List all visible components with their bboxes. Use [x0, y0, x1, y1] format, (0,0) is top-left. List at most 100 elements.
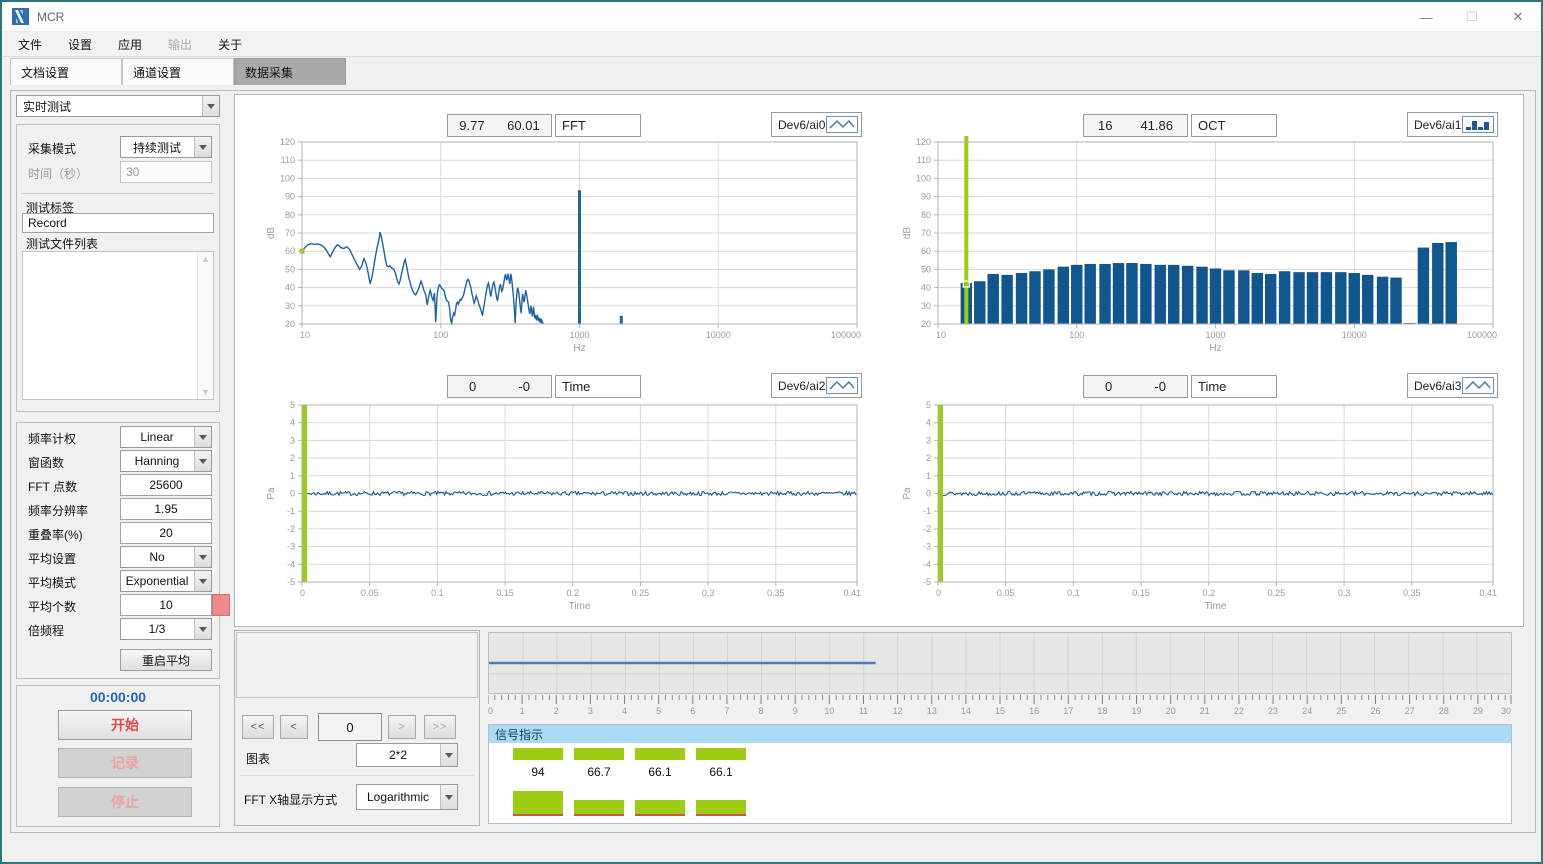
- svg-text:-5: -5: [287, 577, 295, 587]
- svg-text:23: 23: [1268, 706, 1278, 716]
- svg-text:Pa: Pa: [266, 487, 277, 500]
- svg-text:-4: -4: [287, 559, 295, 569]
- svg-text:Pa: Pa: [902, 487, 913, 500]
- menu-about[interactable]: 关于: [215, 34, 245, 55]
- chart-layout-label: 图表: [246, 750, 270, 767]
- oct-channel-box[interactable]: Dev6/ai1: [1407, 112, 1498, 137]
- param-combo[interactable]: 1/3: [120, 618, 212, 640]
- param-input[interactable]: 10: [120, 594, 212, 616]
- svg-text:0.15: 0.15: [1132, 588, 1150, 598]
- scroll-down-icon[interactable]: ▼: [201, 387, 210, 397]
- svg-text:50: 50: [921, 264, 931, 274]
- fft-channel-box[interactable]: Dev6/ai0: [771, 112, 862, 137]
- time-ai2-name-input[interactable]: Time: [555, 375, 641, 398]
- svg-text:0.35: 0.35: [767, 588, 785, 598]
- record-timeline[interactable]: [488, 632, 1512, 694]
- svg-text:0.2: 0.2: [566, 588, 579, 598]
- signal-level-bar: [635, 748, 685, 760]
- signal-indicator-panel: 信号指示 94 66.7 66.1 66.1: [488, 724, 1512, 824]
- svg-text:-2: -2: [287, 524, 295, 534]
- svg-text:60: 60: [921, 246, 931, 256]
- svg-text:9: 9: [793, 706, 798, 716]
- svg-text:100000: 100000: [831, 330, 861, 340]
- svg-text:5: 5: [656, 706, 661, 716]
- menu-file[interactable]: 文件: [15, 34, 45, 55]
- channel-label: Dev6/ai3: [1414, 379, 1461, 393]
- param-value: 10: [159, 598, 172, 612]
- svg-text:90: 90: [285, 192, 295, 202]
- menu-settings[interactable]: 设置: [65, 34, 95, 55]
- tab-data-acquisition[interactable]: 数据采集: [234, 58, 346, 85]
- tab-channel-settings[interactable]: 通道设置: [122, 58, 234, 85]
- svg-text:-1: -1: [923, 506, 931, 516]
- chevron-down-icon[interactable]: [440, 744, 457, 766]
- signal-indicator-header: 信号指示: [489, 725, 1511, 743]
- test-mode-select[interactable]: 实时测试: [16, 95, 220, 117]
- fft-xaxis-combo[interactable]: Logarithmic: [356, 784, 458, 810]
- maximize-button[interactable]: ☐: [1449, 2, 1495, 32]
- svg-text:50: 50: [285, 264, 295, 274]
- svg-text:0.05: 0.05: [997, 588, 1015, 598]
- chevron-down-icon[interactable]: [194, 427, 211, 447]
- time-ai3-channel-box[interactable]: Dev6/ai3: [1407, 373, 1498, 398]
- nav-index-value[interactable]: 0: [318, 713, 382, 741]
- svg-text:10: 10: [824, 706, 834, 716]
- close-button[interactable]: ✕: [1495, 2, 1541, 32]
- param-input[interactable]: 1.95: [120, 498, 212, 520]
- svg-text:0.1: 0.1: [431, 588, 444, 598]
- scrollbar[interactable]: ▲ ▼: [197, 252, 213, 399]
- start-button[interactable]: 开始: [58, 710, 192, 740]
- timeline-plot: [489, 633, 1511, 693]
- test-file-list[interactable]: ▲ ▼: [22, 251, 214, 400]
- chevron-down-icon[interactable]: [194, 137, 211, 157]
- svg-text:1: 1: [926, 471, 931, 481]
- svg-text:110: 110: [281, 155, 295, 165]
- svg-text:3: 3: [588, 706, 593, 716]
- elapsed-timer: 00:00:00: [16, 689, 220, 705]
- fft-name-input[interactable]: FFT: [555, 114, 641, 137]
- param-combo[interactable]: Hanning: [120, 450, 212, 472]
- chevron-down-icon[interactable]: [202, 96, 219, 116]
- svg-text:70: 70: [285, 228, 295, 238]
- param-combo[interactable]: Exponential: [120, 570, 212, 592]
- chevron-down-icon[interactable]: [194, 451, 211, 471]
- restart-average-button[interactable]: 重启平均: [120, 649, 212, 671]
- param-value: 25600: [149, 478, 182, 492]
- record-button: 记录: [58, 748, 192, 778]
- time-ai3-name-input[interactable]: Time: [1191, 375, 1277, 398]
- chevron-down-icon[interactable]: [194, 571, 211, 591]
- test-label-input[interactable]: Record: [22, 213, 214, 233]
- minimize-button[interactable]: —: [1403, 2, 1449, 32]
- param-input[interactable]: 25600: [120, 474, 212, 496]
- param-input[interactable]: 20: [120, 522, 212, 544]
- timeline-ruler[interactable]: 0123456789101112131415161718192021222324…: [488, 694, 1512, 716]
- nav-last-button[interactable]: >>: [424, 715, 456, 739]
- nav-next-button[interactable]: >: [388, 715, 416, 739]
- cursor-y-value: -0: [518, 379, 530, 394]
- time-ai2-channel-box[interactable]: Dev6/ai2: [771, 373, 862, 398]
- acq-mode-label: 采集模式: [28, 140, 76, 157]
- chevron-down-icon[interactable]: [194, 547, 211, 567]
- svg-text:20: 20: [285, 319, 295, 329]
- scroll-up-icon[interactable]: ▲: [201, 254, 210, 264]
- time-sec-label: 时间（秒）: [28, 165, 88, 182]
- menu-application[interactable]: 应用: [115, 34, 145, 55]
- divider: [240, 775, 474, 776]
- svg-text:100: 100: [1069, 330, 1084, 340]
- chevron-down-icon[interactable]: [194, 619, 211, 639]
- nav-first-button[interactable]: <<: [242, 715, 274, 739]
- param-combo[interactable]: Linear: [120, 426, 212, 448]
- chart-layout-combo[interactable]: 2*2: [356, 743, 458, 767]
- oct-name-input[interactable]: OCT: [1191, 114, 1277, 137]
- param-combo[interactable]: No: [120, 546, 212, 568]
- nav-prev-button[interactable]: <: [280, 715, 308, 739]
- chevron-down-icon[interactable]: [440, 785, 457, 809]
- svg-text:8: 8: [759, 706, 764, 716]
- acq-mode-combo[interactable]: 持续测试: [120, 136, 212, 158]
- svg-text:-2: -2: [923, 524, 931, 534]
- window-title: MCR: [37, 10, 64, 24]
- svg-text:Time: Time: [569, 601, 591, 612]
- tab-document-settings[interactable]: 文档设置: [10, 58, 122, 85]
- menu-bar: 文件 设置 应用 输出 关于: [2, 33, 1541, 57]
- signal-level-bar: [513, 791, 563, 816]
